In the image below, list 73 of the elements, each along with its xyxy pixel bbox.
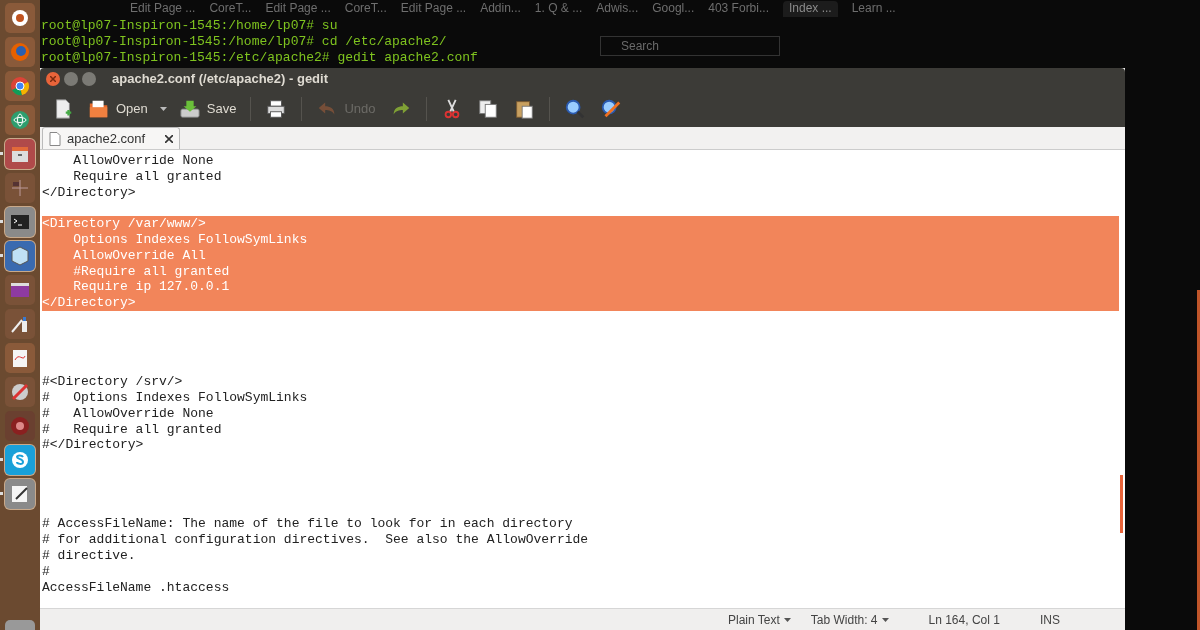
save-button[interactable]: Save [174, 93, 241, 124]
code-line: # for additional configuration directives. See also the AllowOverride [42, 532, 590, 548]
launcher-button[interactable] [5, 71, 35, 101]
browser-tab[interactable]: Adwis... [596, 1, 639, 17]
launcher-button[interactable] [5, 479, 35, 509]
code-line: Require all granted [72, 168, 223, 185]
terminal-line: root@lp07-Inspiron-1545:/etc/apache2# gedit apache2.conf [41, 50, 478, 66]
launcher-button[interactable] [5, 207, 35, 237]
close-icon [50, 76, 56, 82]
running-indicator [0, 152, 3, 155]
wheel-icon [8, 74, 32, 98]
launcher-button[interactable] [5, 241, 35, 271]
browser-tab[interactable]: CoreT... [209, 1, 252, 17]
copy-icon [476, 97, 499, 120]
code-line: AccessFileName .htaccess [42, 579, 231, 596]
printer-icon [265, 97, 288, 120]
browser-tab[interactable]: Edit Page ... [130, 1, 196, 17]
editor-area[interactable] [40, 150, 1125, 608]
code-line: # AllowOverride None [42, 405, 215, 422]
launcher-button[interactable] [5, 105, 35, 135]
browser-tab[interactable]: CoreT... [344, 1, 387, 17]
code-line: # Require all granted [42, 421, 223, 438]
scrollbar-thumb[interactable] [1120, 475, 1123, 533]
insert-mode: INS [1039, 611, 1060, 629]
browser-tab[interactable]: Index ... [782, 1, 838, 17]
dropdown-caret-icon [783, 617, 791, 622]
code-line: # AccessFileName: The name of the file to look for in each directory [42, 516, 574, 533]
search-field[interactable]: Search [600, 36, 780, 56]
launcher-button[interactable] [5, 139, 35, 169]
open-button[interactable]: Open [84, 93, 152, 124]
browser-tab[interactable]: Addin... [480, 1, 521, 17]
terminal-line: root@lp07-Inspiron-1545:/home/lp07# cd /etc/apache2/ [41, 34, 447, 50]
minimize-button[interactable] [64, 72, 78, 86]
launcher-button[interactable] [5, 377, 35, 407]
code-line: # Options Indexes FollowSymLinks [42, 389, 309, 406]
code-line: #</Directory> [42, 437, 145, 454]
launcher-button[interactable] [5, 343, 35, 373]
browser-tab[interactable]: Edit Page ... [400, 1, 467, 17]
cursor-position: Ln 164, Col 1 [928, 611, 1000, 629]
launcher-button[interactable] [5, 275, 35, 305]
window-title: apache2.conf (/etc/apache2) - gedit [112, 70, 328, 89]
language-selector[interactable]: Plain Text [728, 610, 791, 629]
browser-tab[interactable]: Learn ... [851, 1, 896, 17]
disc-icon [8, 414, 32, 438]
browser-tab[interactable]: Edit Page ... [265, 1, 331, 17]
launcher-button[interactable] [5, 3, 35, 33]
close-button[interactable] [46, 72, 60, 86]
running-indicator [0, 492, 3, 495]
file-icon [49, 131, 61, 146]
maximize-button[interactable] [82, 72, 96, 86]
code-line: </Directory> [42, 184, 137, 201]
close-tab-button[interactable] [165, 134, 174, 143]
launcher-button[interactable] [5, 411, 35, 441]
tab-width-selector[interactable]: Tab Width: 4 [810, 610, 889, 629]
terminal-line: root@lp07-Inspiron-1545:/home/lp07# su [41, 18, 338, 34]
running-indicator [0, 458, 3, 461]
browser-tab[interactable]: Googl... [652, 1, 695, 17]
document-tab[interactable]: apache2.conf [42, 127, 181, 149]
launcher-button[interactable] [5, 309, 35, 339]
code-line: # [42, 563, 51, 580]
browser-tab[interactable]: 1. Q & ... [534, 1, 583, 17]
search-pencil-icon [599, 97, 622, 120]
code-line: #<Directory /srv/> [42, 374, 184, 390]
atom-icon [8, 108, 32, 132]
browser-tab[interactable]: 403 Forbi... [708, 1, 769, 17]
running-indicator [0, 254, 3, 257]
search-icon [563, 97, 586, 120]
code-line: # directive. [42, 547, 137, 564]
globe-icon [8, 40, 32, 64]
dropdown-caret-icon [881, 617, 889, 622]
running-indicator [0, 220, 3, 223]
cube-icon [8, 244, 32, 268]
code-line: AllowOverride None [72, 153, 215, 169]
